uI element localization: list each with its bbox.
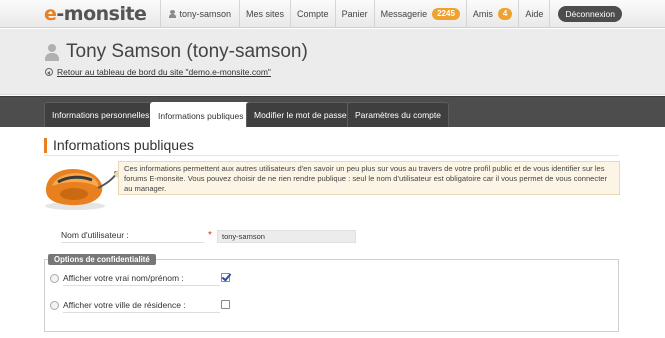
friends-count-badge: 4 xyxy=(497,8,513,20)
show-city-label: Afficher votre ville de résidence : xyxy=(63,300,220,313)
info-notice: Ces informations permettent aux autres u… xyxy=(113,161,620,195)
back-link-text: Retour au tableau de bord du site "demo.… xyxy=(57,67,271,77)
messages-count-badge: 2245 xyxy=(432,8,460,20)
profile-header: Tony Samson (tony-samson) Retour au tabl… xyxy=(0,29,665,95)
option-indicator xyxy=(50,301,59,310)
logo-prefix: e xyxy=(44,3,57,25)
back-arrow-icon xyxy=(45,68,53,76)
nav-item-aide[interactable]: Aide xyxy=(519,0,549,28)
tab-parametres-du-compte[interactable]: Paramètres du compte xyxy=(347,102,449,127)
username-input[interactable] xyxy=(217,230,356,243)
amis-label: Amis xyxy=(472,9,493,19)
messagerie-label: Messagerie xyxy=(380,9,428,19)
privacy-options-legend: Options de confidentialité xyxy=(48,254,156,265)
e-monsite-logo[interactable]: e-monsite xyxy=(44,3,147,25)
nav-item-messagerie[interactable]: Messagerie 2245 xyxy=(375,0,466,28)
nav-item-panier[interactable]: Panier xyxy=(336,0,374,28)
title-divider xyxy=(44,155,619,156)
page-title: Tony Samson (tony-samson) xyxy=(45,41,308,63)
show-city-checkbox[interactable] xyxy=(221,300,230,309)
tab-informations-personnelles[interactable]: Informations personnelles xyxy=(44,102,158,127)
nav-divider xyxy=(549,0,551,28)
privacy-options-group xyxy=(44,259,619,332)
nav-item-amis[interactable]: Amis 4 xyxy=(467,0,518,28)
show-real-name-checkbox[interactable] xyxy=(221,273,230,282)
page-title-text: Tony Samson (tony-samson) xyxy=(66,41,308,62)
nav-item-mes-sites[interactable]: Mes sites xyxy=(240,0,290,28)
tabs-bar: Informations personnelles Informations p… xyxy=(0,96,665,128)
show-real-name-label: Afficher votre vrai nom/prénom : xyxy=(63,273,220,286)
tab-informations-publiques[interactable]: Informations publiques xyxy=(150,102,252,128)
nav-item-compte[interactable]: Compte xyxy=(291,0,335,28)
username-label: Nom d'utilisateur : xyxy=(61,230,204,243)
top-bar: e-monsite tony-samson Mes sites Compte P… xyxy=(0,0,665,28)
option-indicator xyxy=(50,274,59,283)
nav-user[interactable]: tony-samson xyxy=(161,0,240,28)
top-nav: tony-samson Mes sites Compte Panier Mess… xyxy=(159,0,622,28)
tab-modifier-mot-de-passe[interactable]: Modifier le mot de passe xyxy=(246,102,355,127)
user-icon xyxy=(45,43,59,61)
mouse-mascot-icon xyxy=(45,168,118,210)
required-marker: * xyxy=(208,230,212,241)
user-icon xyxy=(168,10,176,18)
logo-rest: -monsite xyxy=(56,3,147,25)
logout-button[interactable]: Déconnexion xyxy=(558,6,622,22)
back-to-dashboard-link[interactable]: Retour au tableau de bord du site "demo.… xyxy=(45,67,271,77)
nav-username: tony-samson xyxy=(179,9,232,19)
section-title: Informations publiques xyxy=(44,138,194,153)
